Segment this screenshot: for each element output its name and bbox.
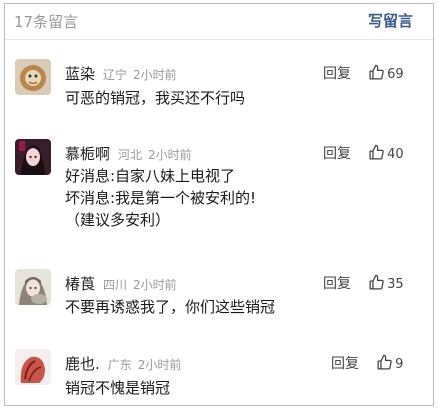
comment-line: 好消息:自家八妹上电视了 [65, 167, 236, 185]
comment-line: 销冠不愧是销冠 [65, 379, 171, 397]
comment-text: 好消息:自家八妹上电视了 坏消息:我是第一个被安利的! （建议多安利） [65, 165, 256, 231]
reply-button[interactable]: 回复 [331, 356, 359, 372]
reply-button[interactable]: 回复 [323, 146, 351, 162]
thumbs-up-icon[interactable] [368, 144, 385, 161]
thumbs-up-icon[interactable] [368, 64, 385, 81]
comment-count: 17条留言 [14, 13, 79, 31]
comment-text: 不要再诱惑我了，你们这些销冠 [65, 296, 275, 318]
like-count: 9 [395, 357, 404, 372]
avatar[interactable] [15, 59, 51, 95]
comment-line: 可恶的销冠，我买还不行吗 [65, 89, 246, 107]
timestamp: 2小时前 [133, 68, 177, 82]
comments-header: 17条留言 写留言 [5, 4, 433, 40]
reply-button[interactable]: 回复 [323, 66, 351, 82]
thumbs-up-icon[interactable] [376, 354, 393, 371]
thumbs-up-icon[interactable] [368, 274, 385, 291]
like-count: 69 [387, 67, 404, 82]
avatar[interactable] [15, 349, 51, 385]
comment-meta: 蓝染 辽宁 2小时前 [65, 63, 177, 83]
username[interactable]: 椿莨 [65, 275, 95, 293]
username[interactable]: 蓝染 [65, 65, 95, 83]
username[interactable]: 鹿也. [65, 355, 100, 373]
comment-line: （建议多安利） [65, 211, 171, 229]
timestamp: 2小时前 [133, 278, 177, 292]
comment-actions: 回复 69 [323, 63, 404, 83]
reply-button[interactable]: 回复 [323, 276, 351, 292]
like-count: 35 [387, 277, 404, 292]
comment-meta: 慕栀啊 河北 2小时前 [65, 143, 192, 163]
comment-actions: 回复 40 [323, 143, 404, 163]
location: 辽宁 [103, 68, 128, 82]
location: 广东 [107, 358, 132, 372]
timestamp: 2小时前 [148, 148, 192, 162]
avatar[interactable] [15, 139, 51, 175]
like-count: 40 [387, 147, 404, 162]
comment-meta: 鹿也. 广东 2小时前 [65, 353, 181, 373]
comment-actions: 回复 9 [331, 353, 403, 373]
avatar[interactable] [15, 269, 51, 305]
comment-line: 坏消息:我是第一个被安利的! [65, 189, 257, 207]
comments-panel: 17条留言 写留言 蓝染辽宁 2小时前 回复 69 可恶的销冠，我买还不行吗 [4, 3, 434, 406]
comment-text: 销冠不愧是销冠 [65, 377, 170, 399]
comment-line: 不要再诱惑我了，你们这些销冠 [65, 298, 276, 316]
comment-actions: 回复 35 [323, 273, 404, 293]
write-comment-button[interactable]: 写留言 [368, 10, 413, 31]
location: 河北 [118, 148, 143, 162]
username[interactable]: 慕栀啊 [65, 145, 110, 163]
comment-meta: 椿莨 四川 2小时前 [65, 273, 177, 293]
timestamp: 2小时前 [137, 358, 182, 372]
comment-text: 可恶的销冠，我买还不行吗 [65, 87, 245, 109]
location: 四川 [103, 278, 128, 292]
